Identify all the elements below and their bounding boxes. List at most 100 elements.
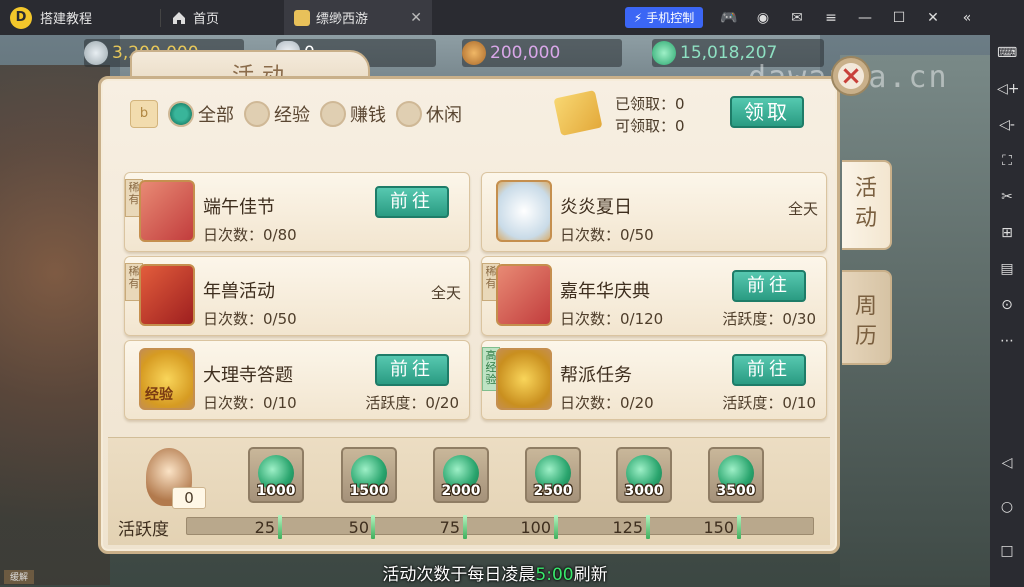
tab-home[interactable]: 首页 <box>161 0 229 35</box>
refresh-suffix: 刷新 <box>573 565 608 585</box>
reward-amount: 2500 <box>533 483 573 499</box>
tab-home-label: 首页 <box>193 12 220 27</box>
minimize-icon[interactable]: — <box>856 10 874 26</box>
tab-calendar-label: 周历 <box>854 294 877 349</box>
gamepad-icon[interactable]: 🎮 <box>720 10 738 26</box>
reward-amount: 2000 <box>441 483 481 499</box>
filter-leisure[interactable]: 休闲 <box>396 101 462 127</box>
progress-tick: 150 <box>703 518 734 537</box>
reward-chest[interactable]: 1500 <box>341 447 397 503</box>
reward-amount: 3000 <box>624 483 664 499</box>
phone-control-label: 手机控制 <box>646 11 695 25</box>
activity-card[interactable]: 稀有 端午佳节 日次数：0/80 前往 <box>124 172 470 252</box>
maximize-icon[interactable]: ☐ <box>890 10 908 26</box>
home-circle-icon[interactable]: ○ <box>997 497 1017 517</box>
volume-up-icon[interactable]: ◁+ <box>997 79 1020 99</box>
menu-icon[interactable]: ≡ <box>822 10 840 26</box>
progress-marker <box>737 515 741 539</box>
activity-time: 全天 <box>430 284 461 302</box>
radio-icon <box>396 101 422 127</box>
tab-game[interactable]: 缥缈西游 ✕ <box>284 0 433 35</box>
phone-control-button[interactable]: ⚡ 手机控制 <box>625 7 703 28</box>
activity-liveness: 活跃度：0/20 <box>365 394 459 412</box>
activity-daily: 日次数：0/50 <box>560 226 654 244</box>
progress-marker <box>554 515 558 539</box>
mail-icon[interactable]: ✉ <box>788 10 806 26</box>
filter-all-label: 全部 <box>198 105 234 126</box>
reward-chest[interactable]: 2500 <box>525 447 581 503</box>
activity-daily: 日次数：0/80 <box>203 226 297 244</box>
activity-card[interactable]: 高经验 帮派任务 日次数：0/20 活跃度：0/10 前往 <box>481 340 827 420</box>
activity-liveness: 活跃度：0/30 <box>722 310 816 328</box>
reward-amount: 1500 <box>349 483 389 499</box>
activity-daily: 日次数：0/10 <box>203 394 297 412</box>
claim-button[interactable]: 领取 <box>730 96 804 128</box>
activity-progress-bar: 25 50 75 100 125 150 <box>186 515 814 539</box>
activity-card[interactable]: 稀有 年兽活动 日次数：0/50 全天 <box>124 256 470 336</box>
activity-card[interactable]: 稀有 嘉年华庆典 日次数：0/120 活跃度：0/30 前往 <box>481 256 827 336</box>
go-button[interactable]: 前往 <box>375 186 449 218</box>
activity-card[interactable]: 经验 大理寺答题 日次数：0/10 活跃度：0/20 前往 <box>124 340 470 420</box>
close-button[interactable]: × <box>831 56 871 96</box>
scissors-icon[interactable]: ✂ <box>997 187 1017 207</box>
app-name[interactable]: 搭建教程 <box>40 8 92 27</box>
filter-money[interactable]: 赚钱 <box>320 101 386 127</box>
emulator-sidebar: ⌨ ◁+ ◁- ⛶ ✂ ⊞ ▤ ⊙ ⋯ ◁ ○ □ <box>990 35 1024 587</box>
activity-card[interactable]: 炎炎夏日 日次数：0/50 全天 <box>481 172 827 252</box>
filter-all[interactable]: 全部 <box>168 101 234 127</box>
recent-apps-icon[interactable]: □ <box>997 541 1017 561</box>
activity-icon <box>496 264 552 326</box>
progress-tick: 25 <box>254 518 275 537</box>
volume-down-icon[interactable]: ◁- <box>997 115 1017 135</box>
activity-icon <box>139 180 195 242</box>
tab-calendar[interactable]: 周历 <box>842 270 892 365</box>
activity-name: 端午佳节 <box>203 197 275 218</box>
lightning-icon: ⚡ <box>633 10 643 25</box>
reward-chest[interactable]: 3500 <box>708 447 764 503</box>
claim-area: 已领取：0 可领取：0 领取 <box>553 90 827 136</box>
reward-chest[interactable]: 3000 <box>616 447 672 503</box>
activity-daily: 日次数：0/50 <box>203 310 297 328</box>
progress-tick: 100 <box>520 518 551 537</box>
more-icon[interactable]: ⋯ <box>997 331 1017 351</box>
activity-icon <box>496 180 552 242</box>
user-icon[interactable]: ◉ <box>754 10 772 26</box>
background-left-scenery <box>0 65 110 585</box>
currency-copper-value: 200,000 <box>490 43 561 63</box>
reward-amount: 1000 <box>256 483 296 499</box>
fullscreen-icon[interactable]: ⛶ <box>997 151 1017 171</box>
tab-close-icon[interactable]: ✕ <box>410 10 422 26</box>
refresh-prefix: 活动次数于每日凌晨 <box>382 565 536 585</box>
progress-marker <box>463 515 467 539</box>
home-icon <box>173 11 186 24</box>
game-tab-icon <box>294 9 311 26</box>
tab-activity[interactable]: 活动 <box>842 160 892 250</box>
titlebar-icons: 🎮 ◉ ✉ ≡ — ☐ ✕ « <box>720 0 976 35</box>
go-button[interactable]: 前往 <box>375 354 449 386</box>
close-window-icon[interactable]: ✕ <box>924 10 942 26</box>
add-window-icon[interactable]: ⊞ <box>997 223 1017 243</box>
go-button[interactable]: 前往 <box>732 354 806 386</box>
keyboard-icon[interactable]: ⌨ <box>997 43 1017 63</box>
settings-icon[interactable]: ⊙ <box>997 295 1017 315</box>
book-icon[interactable]: b <box>130 100 158 128</box>
tab-game-label: 缥缈西游 <box>316 12 369 27</box>
activity-name: 年兽活动 <box>203 281 275 302</box>
refresh-notice: 活动次数于每日凌晨5:00刷新 <box>0 560 990 585</box>
reward-chest[interactable]: 1000 <box>248 447 304 503</box>
mascot-count: 0 <box>172 487 206 509</box>
apk-icon[interactable]: ▤ <box>997 259 1017 279</box>
go-button[interactable]: 前往 <box>732 270 806 302</box>
filter-exp[interactable]: 经验 <box>244 101 310 127</box>
reward-chest[interactable]: 2000 <box>433 447 489 503</box>
reward-amount: 3500 <box>716 483 756 499</box>
currency-copper: 200,000 <box>462 39 622 67</box>
app-logo-icon: D <box>10 6 32 29</box>
activity-name: 炎炎夏日 <box>560 197 632 218</box>
activity-icon <box>496 348 552 410</box>
activity-icon <box>139 264 195 326</box>
progress-tick: 125 <box>612 518 643 537</box>
collapse-icon[interactable]: « <box>958 10 976 26</box>
activity-name: 帮派任务 <box>560 365 632 386</box>
back-icon[interactable]: ◁ <box>997 453 1017 473</box>
